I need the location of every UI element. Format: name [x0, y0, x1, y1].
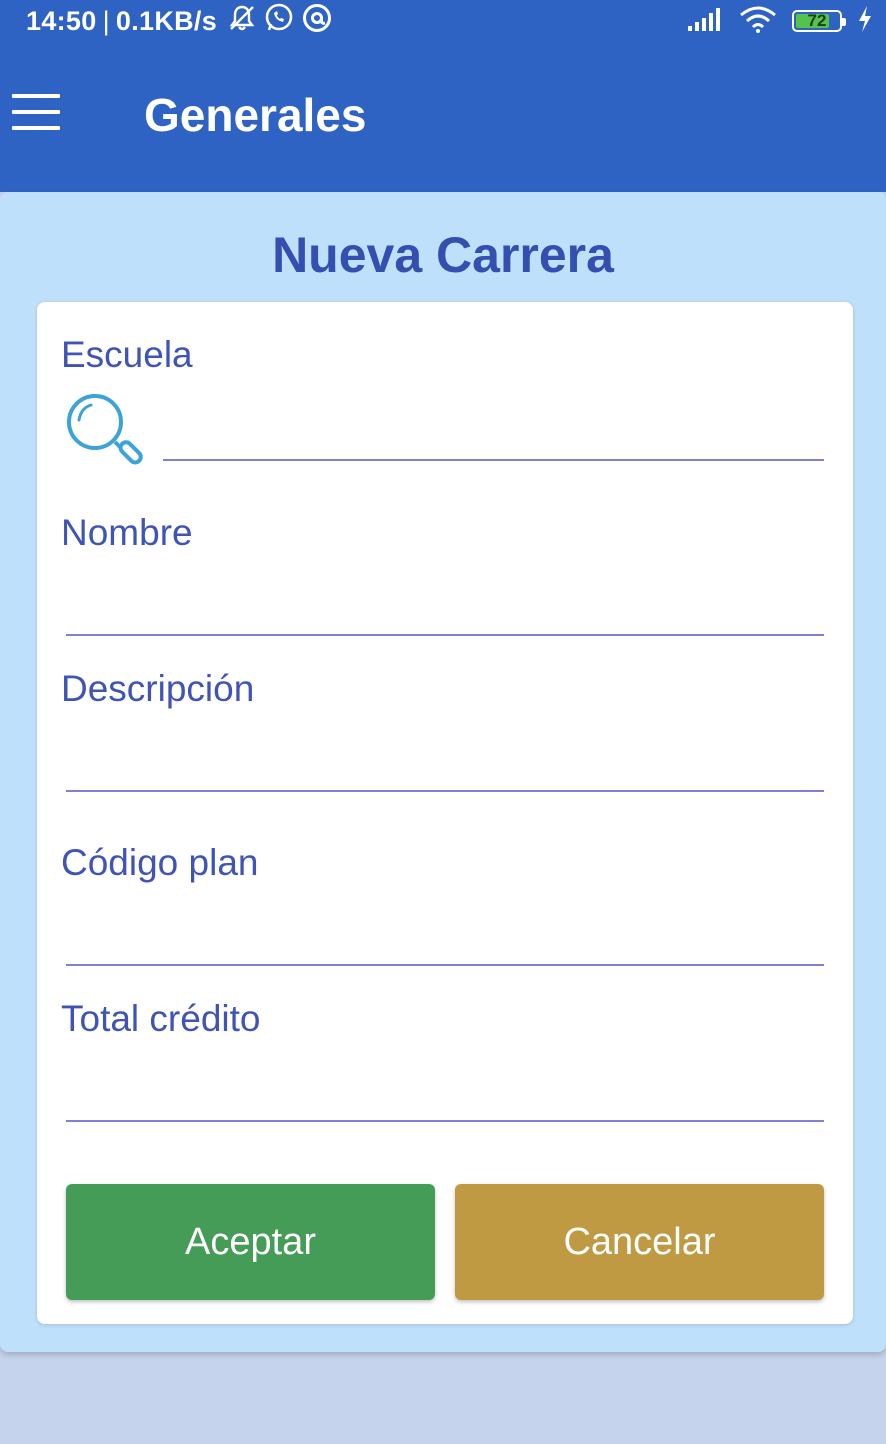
app-header: 14:50 | 0.1KB/s 72 Generales	[0, 0, 886, 192]
signal-icon	[686, 6, 724, 37]
status-net-speed: 0.1KB/s	[115, 5, 218, 36]
codigo-plan-label: Código plan	[61, 842, 259, 883]
cancel-button-label: Cancelar	[563, 1220, 716, 1263]
descripcion-input[interactable]	[66, 740, 824, 788]
status-separator: |	[102, 5, 110, 36]
accept-button-label: Aceptar	[185, 1220, 316, 1263]
codigo-plan-input[interactable]	[66, 914, 824, 962]
status-bar: 14:50 | 0.1KB/s 72	[0, 0, 886, 42]
battery-nub	[842, 18, 846, 26]
nombre-label: Nombre	[61, 512, 193, 553]
total-credito-label: Total crédito	[61, 998, 261, 1039]
menu-line	[12, 110, 60, 114]
hamburger-menu-icon[interactable]	[12, 94, 60, 130]
escuela-input[interactable]	[165, 410, 824, 458]
battery-icon: 72	[792, 10, 846, 32]
cancel-button[interactable]: Cancelar	[455, 1184, 824, 1300]
form-panel: Nueva Carrera Escuela Nombre Descripción…	[0, 192, 886, 1352]
app-title: Generales	[144, 89, 367, 141]
wifi-icon	[738, 4, 778, 39]
status-left: 14:50 | 0.1KB/s	[26, 2, 333, 41]
nombre-underline	[66, 634, 824, 636]
charging-icon	[856, 5, 874, 38]
total-credito-input[interactable]	[66, 1070, 824, 1118]
app-bar: Generales	[0, 42, 886, 192]
whatsapp-icon	[263, 2, 295, 41]
mute-notification-icon	[227, 3, 257, 40]
escuela-label: Escuela	[61, 334, 193, 375]
menu-line	[12, 126, 60, 130]
form-card: Escuela Nombre Descripción Código plan T…	[37, 302, 853, 1324]
menu-line	[12, 94, 60, 98]
nombre-input[interactable]	[66, 584, 824, 632]
accept-button[interactable]: Aceptar	[66, 1184, 435, 1300]
search-icon[interactable]	[65, 392, 145, 472]
at-sign-icon	[301, 2, 333, 41]
escuela-underline	[163, 459, 824, 461]
codigo-plan-underline	[66, 964, 824, 966]
total-credito-underline	[66, 1120, 824, 1122]
descripcion-label: Descripción	[61, 668, 255, 709]
descripcion-underline	[66, 790, 824, 792]
status-right: 72	[686, 4, 874, 38]
status-time: 14:50	[26, 5, 97, 36]
battery-level: 72	[807, 11, 827, 30]
page-title: Nueva Carrera	[272, 227, 614, 283]
